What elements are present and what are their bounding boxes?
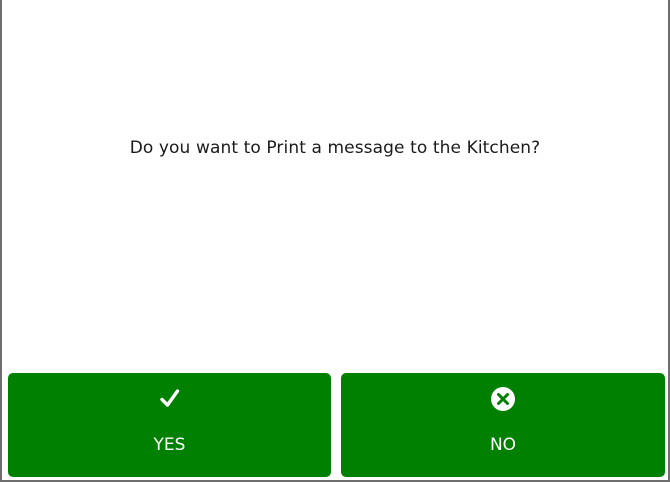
close-circle-icon	[491, 387, 515, 411]
yes-button-label: YES	[153, 435, 186, 455]
no-button-label: NO	[489, 435, 517, 455]
confirm-dialog: Do you want to Print a message to the Ki…	[0, 0, 670, 482]
yes-button[interactable]: YES	[8, 373, 331, 477]
dialog-message: Do you want to Print a message to the Ki…	[129, 138, 541, 158]
checkmark-icon	[159, 389, 179, 407]
no-button[interactable]: NO	[341, 373, 665, 477]
